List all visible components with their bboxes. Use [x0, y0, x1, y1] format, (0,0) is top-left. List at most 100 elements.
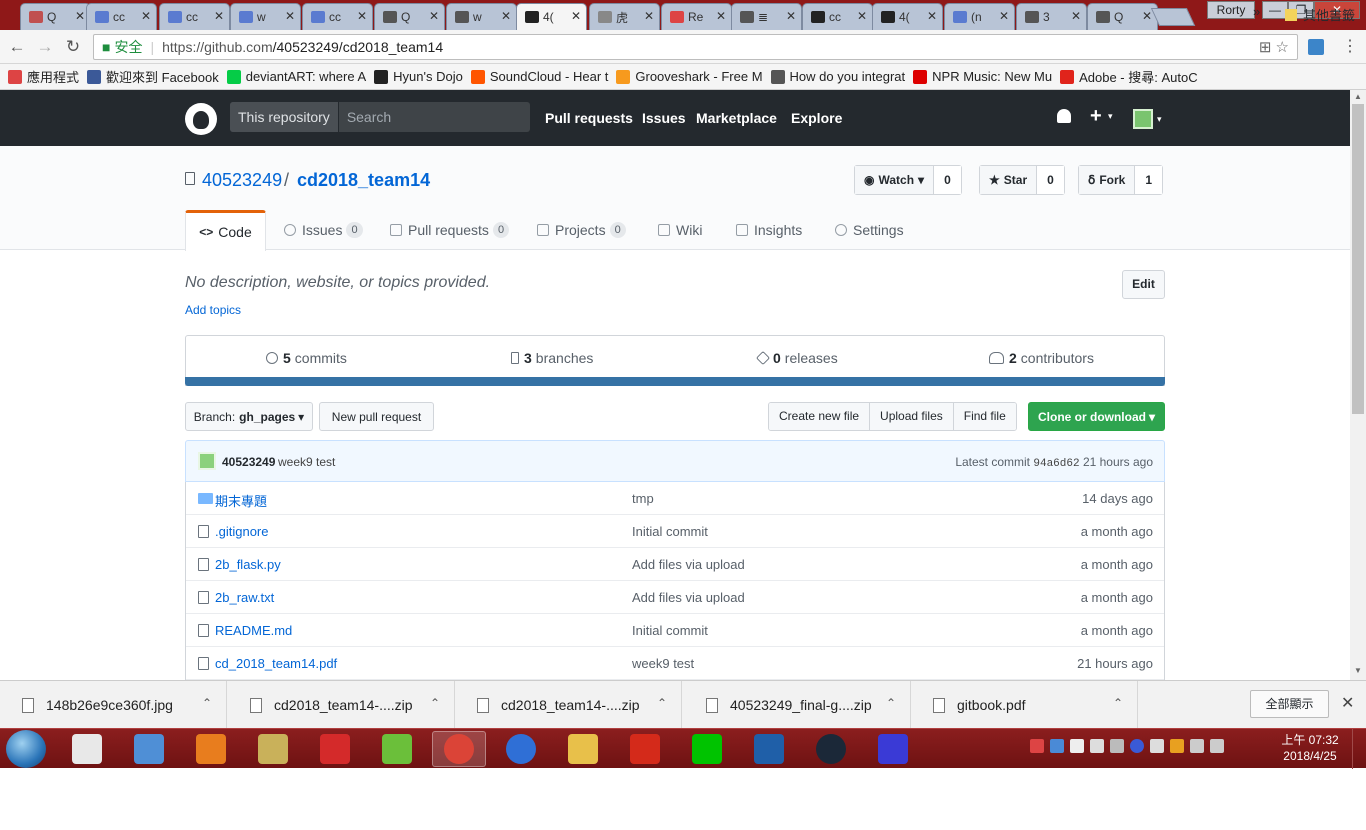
browser-tab[interactable]: cc ✕	[802, 3, 873, 30]
help-icon[interactable]	[1130, 739, 1144, 753]
file-name-link[interactable]: README.md	[215, 623, 292, 638]
bookmark-item[interactable]: Grooveshark - Free M	[616, 69, 763, 84]
close-tab-icon[interactable]: ✕	[571, 9, 581, 23]
taskbar-app[interactable]	[370, 731, 424, 767]
chevron-up-icon[interactable]: ⌃	[430, 696, 440, 710]
language-bar[interactable]	[185, 377, 1165, 386]
bookmark-item[interactable]: Hyun's Dojo	[374, 69, 463, 84]
file-commit-message[interactable]: tmp	[632, 491, 654, 506]
volume-icon[interactable]	[1190, 739, 1204, 753]
bookmark-item[interactable]: Adobe - 搜尋: AutoC	[1060, 67, 1198, 86]
browser-tab[interactable]: 4(✕	[872, 3, 943, 30]
contributors-link[interactable]: 2 contributors	[989, 350, 1094, 366]
taskbar-app[interactable]	[742, 731, 796, 767]
chevron-up-icon[interactable]: ⌃	[1113, 696, 1123, 710]
tray-app-icon[interactable]	[1170, 739, 1184, 753]
browser-tab[interactable]: 4(✕	[516, 3, 587, 30]
taskbar-app[interactable]	[246, 731, 300, 767]
branch-select-button[interactable]: Branch: gh_pages ▾	[185, 402, 313, 431]
chevron-up-icon[interactable]: ⌃	[202, 696, 212, 710]
download-item[interactable]: gitbook.pdf ⌃	[911, 681, 1138, 729]
branches-link[interactable]: 3 branches	[511, 350, 593, 366]
tray-app-icon[interactable]	[1150, 739, 1164, 753]
browser-tab[interactable]: 3 ✕	[1016, 3, 1087, 30]
taskbar-app[interactable]	[866, 731, 920, 767]
tab-issues[interactable]: Issues 0	[284, 210, 363, 250]
commit-sha[interactable]: 94a6d62	[1033, 458, 1079, 470]
tray-app-icon[interactable]	[1090, 739, 1104, 753]
file-commit-message[interactable]: Initial commit	[632, 524, 708, 539]
close-tab-icon[interactable]: ✕	[1142, 9, 1152, 23]
start-button[interactable]	[6, 730, 46, 768]
browser-tab[interactable]: 虎 ✕	[589, 3, 660, 30]
clock[interactable]: 上午 07:32 2018/4/25	[1276, 732, 1344, 764]
browser-tab[interactable]: cc ✕	[159, 3, 230, 30]
file-name-link[interactable]: 2b_raw.txt	[215, 590, 274, 605]
bookmark-item[interactable]: 應用程式	[8, 67, 79, 86]
file-commit-message[interactable]: Add files via upload	[632, 557, 745, 572]
tab-pull-requests[interactable]: Pull requests 0	[390, 210, 510, 250]
nav-pull-requests[interactable]: Pull requests	[545, 110, 633, 126]
tray-app-icon[interactable]	[1110, 739, 1124, 753]
github-logo-icon[interactable]	[185, 103, 217, 135]
star-count[interactable]: 0	[1037, 166, 1064, 194]
tray-app-icon[interactable]	[1050, 739, 1064, 753]
browser-tab[interactable]: cc ✕	[302, 3, 373, 30]
taskbar-app[interactable]	[618, 731, 672, 767]
scroll-down-icon[interactable]: ▼	[1354, 666, 1362, 675]
bookmark-item[interactable]: NPR Music: New Mu	[913, 69, 1052, 84]
create-new-file-button[interactable]: Create new file	[769, 403, 871, 430]
close-tab-icon[interactable]: ✕	[429, 9, 439, 23]
tab-insights[interactable]: Insights	[736, 210, 802, 250]
taskbar-app[interactable]	[432, 731, 486, 767]
file-name-link[interactable]: .gitignore	[215, 524, 268, 539]
close-tab-icon[interactable]: ✕	[786, 9, 796, 23]
notifications-bell-icon[interactable]	[1057, 109, 1071, 123]
tray-app-icon[interactable]	[1030, 739, 1044, 753]
nav-marketplace[interactable]: Marketplace	[696, 110, 777, 126]
commit-author[interactable]: 40523249	[222, 455, 275, 469]
file-name-link[interactable]: 2b_flask.py	[215, 557, 281, 572]
fork-count[interactable]: 1	[1135, 166, 1163, 194]
create-new-icon[interactable]: +	[1090, 105, 1102, 128]
nav-explore[interactable]: Explore	[791, 110, 842, 126]
taskbar-app[interactable]	[494, 731, 548, 767]
user-avatar[interactable]	[1133, 109, 1153, 129]
new-pull-request-button[interactable]: New pull request	[319, 402, 434, 431]
close-tab-icon[interactable]: ✕	[285, 9, 295, 23]
profile-button[interactable]: Rorty	[1207, 1, 1255, 19]
file-name-link[interactable]: 期末專題	[215, 491, 267, 510]
page-scrollbar[interactable]: ▲ ▼	[1350, 90, 1366, 680]
address-bar[interactable]: ■ 安全 | https://github.com/40523249/cd201…	[93, 34, 1298, 60]
scrollbar-thumb[interactable]	[1352, 104, 1364, 414]
search-input[interactable]	[338, 102, 530, 132]
find-file-button[interactable]: Find file	[953, 403, 1016, 430]
close-icon[interactable]: ✕	[1341, 693, 1354, 713]
extension-icon[interactable]	[1308, 39, 1324, 55]
file-commit-message[interactable]: week9 test	[632, 656, 694, 671]
repo-owner-link[interactable]: 40523249	[202, 170, 282, 191]
bookmark-item[interactable]: SoundCloud - Hear t	[470, 69, 608, 84]
browser-tab[interactable]: Q ✕	[20, 3, 91, 30]
close-tab-icon[interactable]: ✕	[927, 9, 937, 23]
browser-tab[interactable]: Re ✕	[661, 3, 732, 30]
taskbar-app[interactable]	[308, 731, 362, 767]
show-all-downloads-button[interactable]: 全部顯示	[1250, 690, 1329, 718]
taskbar-app[interactable]	[556, 731, 610, 767]
browser-tab[interactable]: w ✕	[230, 3, 301, 30]
tab-wiki[interactable]: Wiki	[658, 210, 702, 250]
other-bookmarks[interactable]: 其他書籤	[1285, 5, 1355, 24]
watch-button[interactable]: ◉ Watch ▾	[855, 166, 935, 194]
taskbar-app[interactable]	[184, 731, 238, 767]
back-icon[interactable]: ←	[6, 37, 28, 57]
browser-tab[interactable]: (n ✕	[944, 3, 1015, 30]
file-commit-message[interactable]: Add files via upload	[632, 590, 745, 605]
browser-menu-icon[interactable]: ⋮	[1342, 36, 1358, 56]
releases-link[interactable]: 0 releases	[755, 350, 838, 366]
search-scope[interactable]: This repository	[230, 102, 339, 132]
bookmark-star-icon[interactable]: ⊞ ☆	[1259, 38, 1289, 56]
nav-issues[interactable]: Issues	[642, 110, 686, 126]
tab-code[interactable]: <> Code	[185, 210, 266, 251]
close-tab-icon[interactable]: ✕	[141, 9, 151, 23]
chevron-up-icon[interactable]: ⌃	[657, 696, 667, 710]
